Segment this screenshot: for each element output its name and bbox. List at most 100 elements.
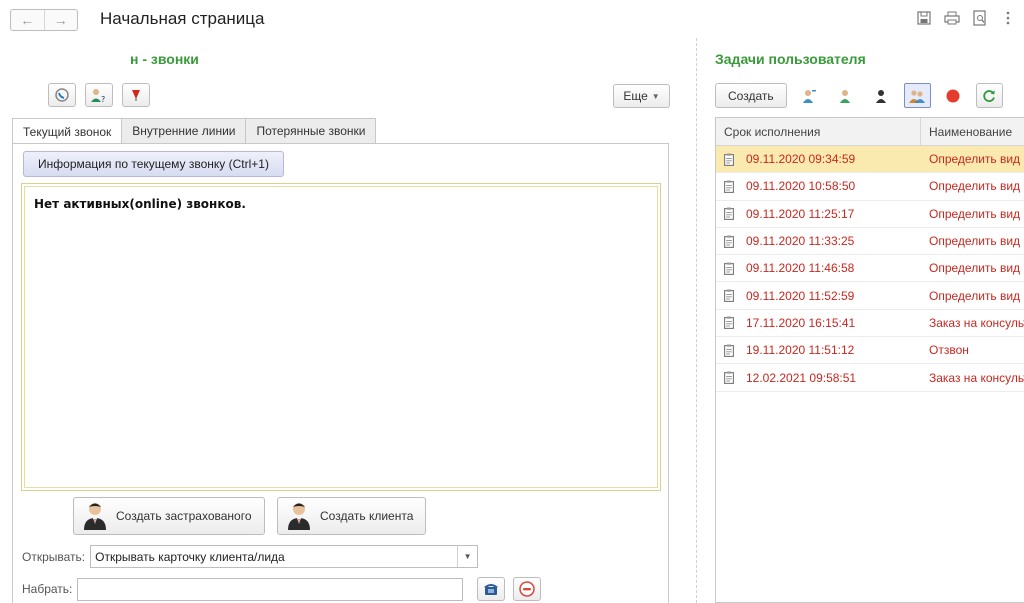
tab-current-call[interactable]: Текущий звонок	[12, 118, 123, 144]
dial-row: Набрать:	[22, 577, 542, 601]
tasks-table-body: 09.11.2020 09:34:59 Определить вид 09.11.2…	[716, 146, 1024, 392]
business-person-icon	[84, 503, 106, 530]
create-insured-label: Создать застрахованого	[116, 509, 252, 523]
task-due-cell: 19.11.2020 11:51:12	[716, 337, 921, 363]
clipboard-icon	[724, 235, 734, 248]
back-arrow-icon[interactable]: ←	[11, 10, 44, 30]
task-name-cell: Заказ на консульт	[929, 370, 1024, 385]
calls-tabs: Текущий звонок Внутренние линии Потерянн…	[12, 118, 377, 144]
table-row[interactable]: 09.11.2020 09:34:59 Определить вид	[716, 146, 1024, 174]
current-call-info-button[interactable]: Информация по текущему звонку (Ctrl+1)	[23, 151, 284, 177]
table-row[interactable]: 09.11.2020 11:52:59 Определить вид	[716, 282, 1024, 310]
task-due-cell: 12.02.2021 09:58:51	[716, 364, 921, 390]
tasks-table-header: Срок исполнения Наименование	[716, 118, 1024, 146]
group-tasks-filter-button[interactable]	[832, 83, 859, 108]
create-task-button[interactable]: Создать	[715, 83, 787, 108]
table-row[interactable]: 12.02.2021 09:58:51 Заказ на консульт	[716, 364, 1024, 392]
user-tasks-filter-button[interactable]	[796, 83, 823, 108]
refresh-icon	[983, 89, 995, 102]
create-client-button[interactable]: Создать клиента	[277, 497, 427, 535]
clipboard-icon	[724, 344, 734, 357]
phone-contact-icon	[55, 88, 69, 102]
tab-internal-lines[interactable]: Внутренние линии	[121, 118, 247, 143]
tasks-panel: Задачи пользователя Создать Срок исполне…	[700, 40, 1024, 603]
hangup-icon	[519, 581, 536, 597]
create-client-label: Создать клиента	[320, 509, 414, 523]
task-due-text: 09.11.2020 10:58:50	[746, 179, 856, 194]
hangup-button[interactable]	[513, 577, 542, 601]
clipboard-icon	[724, 316, 734, 330]
task-due-text: 17.11.2020 16:15:41	[746, 315, 856, 330]
task-due-cell: 09.11.2020 09:34:59	[716, 146, 921, 172]
clipboard-icon	[724, 289, 734, 303]
task-due-text: 09.11.2020 11:25:17	[746, 206, 855, 221]
no-calls-message: Нет активных(online) звонков.	[34, 197, 246, 211]
my-tasks-filter-button[interactable]	[868, 83, 895, 108]
table-row[interactable]: 09.11.2020 10:58:50 Определить вид	[716, 173, 1024, 201]
user-dark-icon	[876, 89, 887, 103]
task-name-cell: Определить вид	[929, 288, 1021, 303]
calls-section-title: н - звонки	[130, 51, 199, 67]
task-due-text: 09.11.2020 11:33:25	[746, 234, 855, 249]
user-list-icon	[803, 89, 817, 103]
task-due-cell: 09.11.2020 11:33:25	[716, 228, 921, 254]
column-header-name[interactable]: Наименование	[921, 118, 1024, 145]
task-name-cell: Определить вид	[929, 206, 1021, 221]
status-indicator-button[interactable]	[940, 83, 967, 108]
dial-input[interactable]	[77, 577, 464, 601]
preview-icon[interactable]	[972, 10, 988, 26]
refresh-button[interactable]	[975, 83, 1003, 108]
phone-contact-button[interactable]	[48, 83, 76, 107]
dropdown-arrow-icon[interactable]: ▼	[457, 546, 477, 567]
task-name-cell: Определить вид	[929, 179, 1021, 194]
save-icon[interactable]	[916, 10, 932, 26]
caret-down-icon: ▼	[651, 91, 660, 101]
user-question-icon: ?	[91, 89, 105, 103]
open-mode-select[interactable]: Открывать карточку клиента/лида ▼	[90, 545, 479, 568]
red-circle-icon	[946, 89, 960, 102]
open-label: Открывать:	[22, 549, 86, 564]
user-question-button[interactable]: ?	[85, 83, 113, 107]
more-button[interactable]: Еще ▼	[613, 84, 670, 108]
tab-lost-calls[interactable]: Потерянные звонки	[245, 118, 377, 143]
user-green-icon	[840, 89, 851, 103]
tasks-section-title: Задачи пользователя	[715, 51, 866, 67]
table-row[interactable]: 09.11.2020 11:33:25 Определить вид	[716, 228, 1024, 256]
telephone-icon	[484, 584, 499, 595]
clipboard-icon	[724, 262, 734, 275]
task-due-cell: 09.11.2020 11:52:59	[716, 282, 921, 308]
red-marker-icon	[132, 90, 140, 101]
call-info-content: Нет активных(online) звонков.	[24, 186, 658, 488]
table-row[interactable]: 09.11.2020 11:25:17 Определить вид	[716, 201, 1024, 228]
all-users-filter-button[interactable]	[903, 83, 931, 108]
calls-toolbar: ?	[48, 83, 150, 107]
clipboard-icon	[724, 371, 734, 384]
dial-phone-button[interactable]	[477, 577, 506, 601]
open-mode-value: Открывать карточку клиента/лида	[95, 549, 285, 564]
nav-buttons: ← →	[10, 9, 78, 31]
more-label: Еще	[623, 89, 648, 103]
call-info-area: Нет активных(online) звонков.	[21, 183, 661, 491]
tasks-toolbar: Создать	[715, 83, 1003, 108]
location-marker-button[interactable]	[122, 83, 150, 107]
tasks-table: Срок исполнения Наименование 09.11.2020 …	[715, 117, 1024, 603]
table-row[interactable]: 09.11.2020 11:46:58 Определить вид	[716, 255, 1024, 283]
print-icon[interactable]	[944, 10, 960, 26]
open-row: Открывать: Открывать карточку клиента/ли…	[22, 545, 479, 568]
create-insured-button[interactable]: Создать застрахованого	[73, 497, 265, 535]
column-header-due[interactable]: Срок исполнения	[716, 118, 921, 145]
task-due-cell: 09.11.2020 11:25:17	[716, 201, 921, 227]
users-group-icon	[909, 89, 926, 103]
forward-arrow-icon[interactable]: →	[43, 10, 78, 30]
table-row[interactable]: 19.11.2020 11:51:12 Отзвон	[716, 337, 1024, 365]
table-row[interactable]: 17.11.2020 16:15:41 Заказ на консульт	[716, 310, 1024, 338]
clipboard-icon	[724, 207, 734, 221]
dial-label: Набрать:	[22, 582, 73, 596]
clipboard-icon	[724, 153, 734, 166]
more-vertical-icon[interactable]	[1000, 10, 1016, 26]
task-name-cell: Определить вид	[929, 261, 1021, 276]
task-due-cell: 09.11.2020 11:46:58	[716, 255, 921, 281]
task-due-text: 09.11.2020 11:46:58	[746, 261, 855, 276]
task-name-cell: Заказ на консульт	[929, 315, 1024, 330]
task-due-text: 19.11.2020 11:51:12	[746, 343, 855, 358]
